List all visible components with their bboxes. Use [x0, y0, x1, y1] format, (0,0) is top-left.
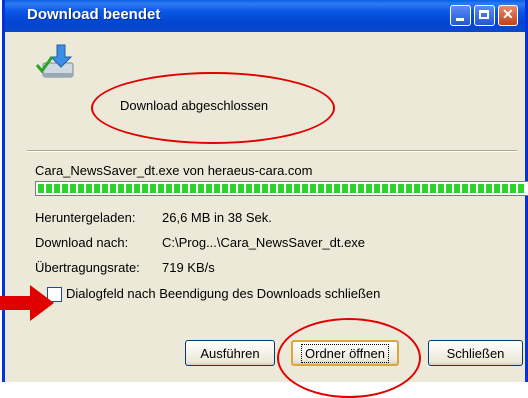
title-bar[interactable]: Download beendet [5, 0, 525, 32]
annotation-arrow [0, 285, 54, 321]
progress-fill [38, 184, 526, 193]
download-to-value: C:\Prog...\Cara_NewsSaver_dt.exe [162, 235, 366, 250]
run-button-label: Ausführen [200, 345, 260, 361]
transfer-rate-value: 719 KB/s [162, 260, 215, 275]
close-window-button[interactable] [498, 5, 518, 26]
maximize-button[interactable] [474, 5, 495, 26]
download-complete-icon [35, 44, 74, 78]
minimize-button[interactable] [450, 5, 471, 26]
download-filename: Cara_NewsSaver_dt.exe von heraeus-cara.c… [35, 163, 313, 178]
downloaded-value: 26,6 MB in 38 Sek. [162, 210, 272, 225]
separator-line [27, 150, 517, 152]
close-button-label: Schließen [446, 345, 505, 361]
download-progress-bar [35, 181, 528, 196]
download-to-label: Download nach: [35, 235, 129, 250]
close-dialog-label[interactable]: Dialogfeld nach Beendigung des Downloads… [66, 286, 380, 301]
close-button[interactable]: Schließen [428, 340, 523, 366]
annotation-ellipse-open-folder [277, 318, 421, 398]
transfer-rate-label: Übertragungsrate: [35, 260, 140, 275]
downloaded-label: Heruntergeladen: [35, 210, 136, 225]
annotation-ellipse-status [91, 72, 335, 144]
download-complete-dialog: Download beendet Download abgeschlossen … [2, 0, 528, 398]
run-button[interactable]: Ausführen [185, 340, 275, 366]
window-title: Download beendet [27, 6, 161, 23]
